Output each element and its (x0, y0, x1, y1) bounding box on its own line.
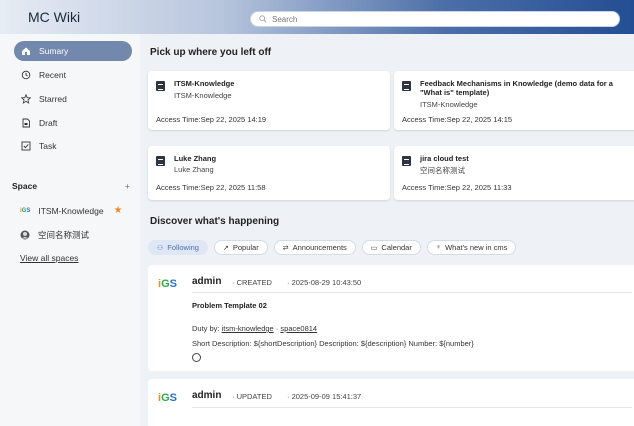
feed-page-title[interactable]: Problem Template 02 (192, 301, 267, 310)
sidebar-item-task[interactable]: Task (14, 136, 132, 156)
space-header-label: Space (12, 181, 38, 191)
recent-card[interactable]: Luke Zhang Luke Zhang Access Time:Sep 22… (148, 146, 390, 200)
duty-user-link[interactable]: itsm-knowledge (222, 324, 274, 333)
document-icon (156, 81, 165, 91)
card-title: jira cloud test (420, 154, 469, 163)
filter-calendar[interactable]: ▭ Calendar (361, 240, 421, 255)
filter-label: Popular (232, 243, 259, 252)
sidebar-item-summary[interactable]: Sumary (14, 41, 132, 61)
divider (192, 407, 632, 408)
sidebar: Sumary Recent Starred Draft Task Space +… (0, 34, 140, 426)
space-header: Space + (12, 181, 130, 191)
card-access-time: Access Time:Sep 22, 2025 14:15 (402, 115, 513, 124)
sidebar-item-starred[interactable]: Starred (14, 89, 132, 109)
search-input[interactable] (272, 14, 572, 24)
recent-section-title: Pick up where you left off (150, 47, 272, 58)
card-access-time: Access Time:Sep 22, 2025 11:33 (402, 183, 512, 192)
space-logo-icon: iGS (20, 207, 31, 214)
space-avatar-icon (20, 230, 30, 240)
feed-action: · CREATED (232, 278, 272, 287)
calendar-icon: ▭ (370, 244, 378, 252)
bulb-icon: ♀ (435, 244, 442, 251)
filter-label: Following (167, 243, 199, 252)
card-access-time: Access Time:Sep 22, 2025 14:19 (156, 115, 267, 124)
space-item-itsm[interactable]: iGS ITSM-Knowledge ★ (20, 205, 123, 216)
feed-action: · UPDATED (232, 392, 272, 401)
card-title: ITSM-Knowledge (174, 79, 235, 88)
space-logo-icon: iGS (158, 392, 177, 404)
duty-space-link[interactable]: space0814 (280, 324, 317, 333)
sidebar-item-label: Starred (39, 94, 67, 104)
card-space: Luke Zhang (174, 165, 214, 174)
feed-time: · 2025-08-29 10:43:50 (287, 278, 362, 287)
document-icon (402, 156, 411, 166)
card-title: Luke Zhang (174, 154, 217, 163)
checkbox-icon (21, 141, 31, 151)
card-space: ITSM-Knowledge (420, 100, 478, 109)
recent-card[interactable]: Feedback Mechanisms in Knowledge (demo d… (394, 71, 634, 130)
filter-label: Calendar (381, 243, 412, 252)
card-access-time: Access Time:Sep 22, 2025 11:58 (156, 183, 266, 192)
space-item-label: 空间名称测试 (38, 230, 90, 240)
home-icon (22, 47, 30, 55)
feed-time: · 2025-09-09 15:41:37 (287, 392, 362, 401)
feed-filter-bar: ⚇ Following ↗ Popular ⇄ Announcements ▭ … (148, 240, 517, 255)
duty-label: Duty by: (192, 324, 220, 333)
card-space: ITSM-Knowledge (174, 91, 232, 100)
star-icon[interactable]: ★ (114, 205, 123, 216)
discover-section-title: Discover what's happening (150, 216, 280, 227)
card-space: 空间名称测试 (420, 166, 465, 175)
feed-description: Short Description: ${shortDescription} D… (192, 339, 474, 348)
sidebar-item-label: Recent (39, 70, 66, 80)
filter-popular[interactable]: ↗ Popular (213, 240, 268, 255)
sidebar-item-label: Sumary (39, 46, 69, 56)
filter-whats-new[interactable]: ♀ What's new in cms (426, 240, 517, 255)
trend-icon: ↗ (222, 244, 229, 252)
draft-icon (22, 118, 30, 128)
sidebar-item-label: Draft (39, 118, 58, 128)
filter-announcements[interactable]: ⇄ Announcements (273, 240, 356, 255)
space-item-test[interactable]: 空间名称测试 (20, 229, 89, 241)
search-box[interactable] (250, 11, 620, 27)
view-all-spaces-link[interactable]: View all spaces (20, 253, 78, 263)
feed-item[interactable]: iGS admin · UPDATED · 2025-09-09 15:41:3… (148, 379, 634, 426)
filter-label: Announcements (292, 243, 347, 252)
recent-card[interactable]: jira cloud test 空间名称测试 Access Time:Sep 2… (394, 146, 634, 200)
recent-card[interactable]: ITSM-Knowledge ITSM-Knowledge Access Tim… (148, 71, 390, 130)
divider (192, 292, 632, 293)
card-title: Feedback Mechanisms in Knowledge (demo d… (420, 79, 613, 97)
filter-following[interactable]: ⚇ Following (148, 240, 208, 255)
space-item-label: ITSM-Knowledge (38, 205, 104, 216)
document-icon (156, 156, 165, 166)
add-space-button[interactable]: + (125, 181, 130, 191)
search-icon (259, 15, 267, 23)
space-logo-icon: iGS (158, 278, 177, 290)
document-icon (402, 81, 411, 91)
sidebar-item-draft[interactable]: Draft (14, 113, 132, 133)
star-outline-icon (21, 94, 31, 104)
feed-author[interactable]: admin (192, 390, 221, 401)
main-content: Pick up where you left off ITSM-Knowledg… (140, 34, 634, 426)
megaphone-icon: ⇄ (282, 244, 289, 252)
feed-author[interactable]: admin (192, 276, 221, 287)
duty-separator: · (275, 324, 279, 333)
sidebar-item-label: Task (39, 141, 57, 151)
top-bar: MC Wiki (0, 0, 634, 34)
users-icon: ⚇ (157, 244, 164, 252)
add-reaction-icon[interactable] (192, 353, 201, 362)
app-title: MC Wiki (28, 9, 81, 25)
filter-label: What's new in cms (445, 243, 508, 252)
history-icon (21, 70, 31, 80)
sidebar-item-recent[interactable]: Recent (14, 65, 132, 85)
feed-duty: Duty by: itsm-knowledge · space0814 (192, 324, 317, 333)
feed-item[interactable]: iGS admin · CREATED · 2025-08-29 10:43:5… (148, 265, 634, 371)
